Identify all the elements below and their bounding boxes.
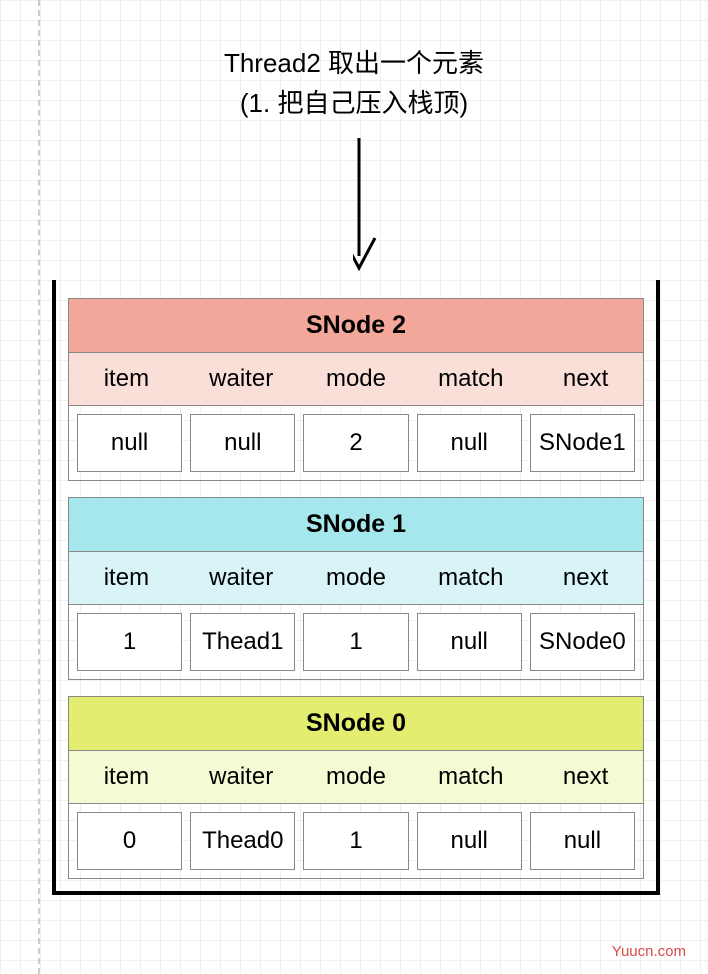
- snode-0: SNode 0 item waiter mode match next 0 Th…: [68, 696, 644, 879]
- field-value: SNode1: [530, 414, 635, 472]
- field-value: null: [190, 414, 295, 472]
- snode-title: SNode 1: [69, 498, 643, 552]
- field-label: item: [69, 353, 184, 405]
- field-value: 1: [303, 613, 408, 671]
- snode-2: SNode 2 item waiter mode match next null…: [68, 298, 644, 481]
- snode-field-row: item waiter mode match next: [69, 552, 643, 605]
- field-label: mode: [299, 552, 414, 604]
- field-label: mode: [299, 751, 414, 803]
- field-value: null: [417, 414, 522, 472]
- field-value: null: [530, 812, 635, 870]
- field-value: Thead1: [190, 613, 295, 671]
- field-value: null: [417, 613, 522, 671]
- snode-title: SNode 2: [69, 299, 643, 353]
- watermark-text: Yuucn.com: [612, 943, 686, 960]
- field-value: Thead0: [190, 812, 295, 870]
- field-label: match: [413, 353, 528, 405]
- field-label: next: [528, 353, 643, 405]
- field-label: item: [69, 552, 184, 604]
- field-value: 2: [303, 414, 408, 472]
- snode-value-row: 0 Thead0 1 null null: [69, 804, 643, 878]
- field-label: mode: [299, 353, 414, 405]
- stack-container: SNode 2 item waiter mode match next null…: [52, 280, 660, 895]
- diagram-caption: Thread2 取出一个元素 (1. 把自己压入栈顶): [0, 43, 708, 124]
- field-label: waiter: [184, 751, 299, 803]
- vertical-dashed-guide: [38, 0, 40, 974]
- field-label: waiter: [184, 353, 299, 405]
- field-value: 0: [77, 812, 182, 870]
- field-value: null: [417, 812, 522, 870]
- arrow-down-icon: [353, 138, 393, 278]
- snode-value-row: null null 2 null SNode1: [69, 406, 643, 480]
- field-label: item: [69, 751, 184, 803]
- caption-line-1: Thread2 取出一个元素: [224, 48, 484, 78]
- field-value: 1: [77, 613, 182, 671]
- snode-title: SNode 0: [69, 697, 643, 751]
- field-value: null: [77, 414, 182, 472]
- field-value: SNode0: [530, 613, 635, 671]
- snode-field-row: item waiter mode match next: [69, 353, 643, 406]
- snode-field-row: item waiter mode match next: [69, 751, 643, 804]
- field-label: next: [528, 552, 643, 604]
- field-label: match: [413, 552, 528, 604]
- snode-value-row: 1 Thead1 1 null SNode0: [69, 605, 643, 679]
- snode-1: SNode 1 item waiter mode match next 1 Th…: [68, 497, 644, 680]
- field-label: match: [413, 751, 528, 803]
- caption-line-2: (1. 把自己压入栈顶): [240, 88, 468, 118]
- field-label: next: [528, 751, 643, 803]
- field-value: 1: [303, 812, 408, 870]
- field-label: waiter: [184, 552, 299, 604]
